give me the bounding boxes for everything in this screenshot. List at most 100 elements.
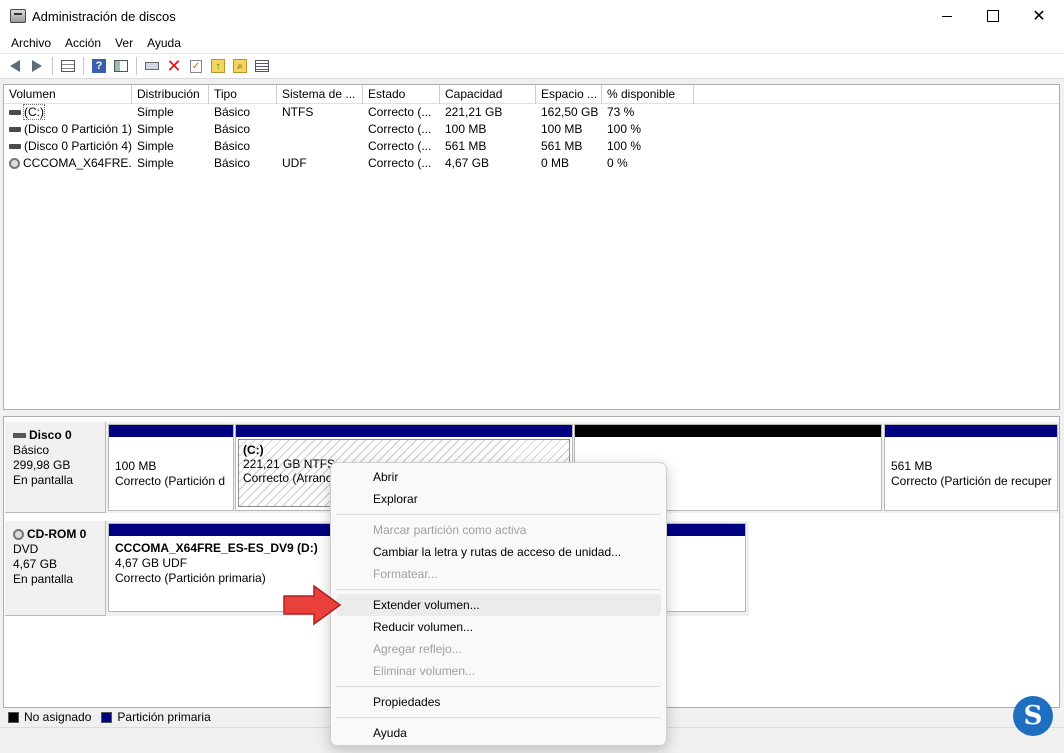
back-button[interactable] — [4, 56, 26, 76]
help-button[interactable]: ? — [88, 56, 110, 76]
drive-icon — [9, 110, 21, 116]
menu-item-extend-volume[interactable]: Extender volumen... — [336, 594, 661, 616]
layout-cell: Simple — [137, 156, 174, 170]
drive-icon — [9, 144, 21, 150]
cdrom-0-title: CD-ROM 0 — [13, 527, 105, 542]
filesystem-cell — [277, 121, 363, 138]
percent-free-cell: 100 % — [607, 122, 642, 136]
type-cell: Básico — [214, 139, 251, 153]
free-space-cell: 100 MB — [541, 122, 583, 136]
menu-item-properties[interactable]: Propiedades — [336, 691, 661, 713]
menu-separator — [336, 514, 661, 515]
show-hide-console-tree-button[interactable] — [57, 56, 79, 76]
menu-accion[interactable]: Acción — [58, 36, 108, 50]
disk-0-name: Disco 0 — [29, 428, 72, 442]
volume-list-header: Volumen Distribución Tipo Sistema de ...… — [4, 85, 1059, 104]
show-action-pane-button[interactable] — [110, 56, 132, 76]
volume-name: CCCOMA_X64FRE... — [23, 156, 132, 170]
disk-0-label[interactable]: Disco 0 Básico 299,98 GB En pantalla — [5, 422, 106, 513]
menu-item-change-drive-letter[interactable]: Cambiar la letra y rutas de acceso de un… — [336, 541, 661, 563]
connect-drive-button[interactable] — [141, 56, 163, 76]
menu-item-help[interactable]: Ayuda — [336, 722, 661, 744]
disk-0-partition-1[interactable]: 100 MB Correcto (Partición d — [108, 424, 234, 511]
table-row[interactable]: CCCOMA_X64FRE... Simple Básico UDF Corre… — [4, 155, 1059, 172]
toolbar-separator — [83, 57, 84, 75]
cdrom-0-name: CD-ROM 0 — [27, 527, 87, 541]
folder-up-button[interactable]: ↑ — [207, 56, 229, 76]
volume-list: Volumen Distribución Tipo Sistema de ...… — [3, 84, 1060, 410]
menu-item-open[interactable]: Abrir — [336, 466, 661, 488]
menu-archivo[interactable]: Archivo — [4, 36, 58, 50]
layout-cell: Simple — [137, 105, 174, 119]
filesystem-cell — [277, 138, 363, 155]
disk-0-title: Disco 0 — [13, 428, 105, 443]
status-cell: Correcto (... — [368, 105, 432, 119]
column-header-sistema[interactable]: Sistema de ... — [277, 85, 363, 104]
capacity-cell: 221,21 GB — [445, 105, 503, 119]
filesystem-cell: UDF — [282, 156, 307, 170]
status-cell: Correcto (... — [368, 156, 432, 170]
menu-item-shrink-volume[interactable]: Reducir volumen... — [336, 616, 661, 638]
forward-button[interactable] — [26, 56, 48, 76]
checklist-button[interactable]: ✓ — [185, 56, 207, 76]
folder-search-button[interactable]: ⌕ — [229, 56, 251, 76]
partition-size: 561 MB — [891, 459, 933, 473]
capacity-cell: 4,67 GB — [445, 156, 490, 170]
volume-cell: (Disco 0 Partición 4) — [4, 138, 132, 155]
free-space-cell: 0 MB — [541, 156, 570, 170]
toolbar-separator — [136, 57, 137, 75]
folder-up-icon: ↑ — [211, 59, 225, 73]
delete-button[interactable]: ✕ — [163, 56, 185, 76]
column-header-volumen[interactable]: Volumen — [4, 85, 132, 104]
column-header-tipo[interactable]: Tipo — [209, 85, 277, 104]
primary-partition-swatch — [101, 711, 113, 723]
properties-list-button[interactable] — [251, 56, 273, 76]
forward-arrow-icon — [32, 60, 42, 72]
menu-separator — [336, 717, 661, 718]
disk-0-kind: Básico — [13, 443, 50, 457]
legend-primary: Partición primaria — [117, 710, 211, 724]
volume-cell: (Disco 0 Partición 1) — [4, 121, 132, 138]
properties-list-icon — [255, 60, 269, 72]
minimize-button[interactable] — [924, 0, 970, 32]
status-cell: Correcto (... — [368, 122, 432, 136]
close-button[interactable]: ✕ — [1016, 0, 1062, 32]
column-header-estado[interactable]: Estado — [363, 85, 440, 104]
unallocated-swatch — [8, 711, 19, 723]
percent-free-cell: 73 % — [607, 105, 635, 119]
disk-management-app-icon — [10, 9, 26, 23]
menu-separator — [336, 589, 661, 590]
title-bar: Administración de discos ✕ — [0, 0, 1064, 32]
connect-drive-icon — [145, 62, 159, 70]
table-row[interactable]: (Disco 0 Partición 1) Simple Básico Corr… — [4, 121, 1059, 138]
disk-0-partition-4[interactable]: 561 MB Correcto (Partición de recuper — [884, 424, 1058, 511]
volume-cell: CCCOMA_X64FRE... — [4, 155, 132, 172]
maximize-button[interactable] — [970, 0, 1016, 32]
back-arrow-icon — [10, 60, 20, 72]
menu-item-delete-volume: Eliminar volumen... — [373, 664, 476, 678]
table-row[interactable]: (C:) Simple Básico NTFS Correcto (... 22… — [4, 104, 1059, 121]
cdrom-0-label[interactable]: CD-ROM 0 DVD 4,67 GB En pantalla — [5, 521, 106, 616]
column-header-distribucion[interactable]: Distribución — [132, 85, 209, 104]
unallocated-bar — [575, 425, 881, 437]
partition-size: 100 MB — [115, 459, 157, 473]
table-row[interactable]: (Disco 0 Partición 4) Simple Básico Corr… — [4, 138, 1059, 155]
folder-search-icon: ⌕ — [233, 59, 247, 73]
disk-0-size: 299,98 GB — [13, 458, 71, 472]
cdrom-0-state: En pantalla — [13, 572, 74, 586]
column-header-espacio[interactable]: Espacio ... — [536, 85, 602, 104]
status-cell: Correcto (... — [368, 139, 432, 153]
partition-info: 100 MB Correcto (Partición d — [109, 437, 233, 489]
drive-icon — [9, 127, 21, 133]
cd-icon — [13, 529, 24, 540]
cdrom-0-kind: DVD — [13, 542, 39, 556]
capacity-cell: 561 MB — [445, 139, 487, 153]
menu-item-explore[interactable]: Explorar — [336, 488, 661, 510]
menu-ayuda[interactable]: Ayuda — [140, 36, 188, 50]
column-header-capacidad[interactable]: Capacidad — [440, 85, 536, 104]
cd-icon — [9, 158, 20, 170]
column-header-disponible[interactable]: % disponible — [602, 85, 694, 104]
disk-icon — [13, 433, 26, 438]
capacity-cell: 100 MB — [445, 122, 487, 136]
menu-ver[interactable]: Ver — [108, 36, 140, 50]
